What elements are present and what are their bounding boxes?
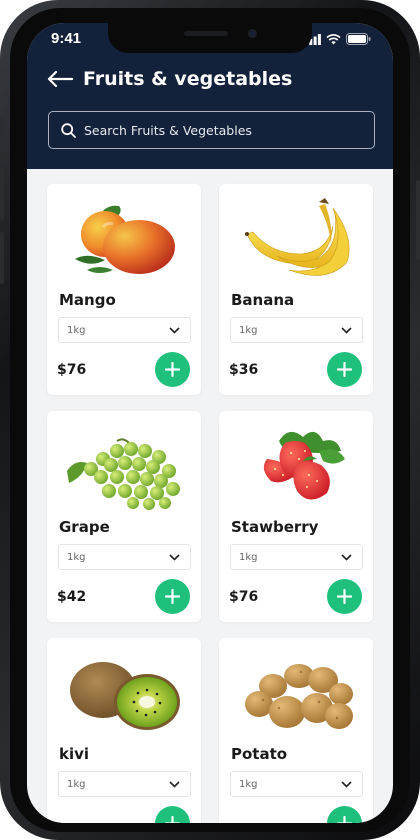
plus-icon [165,362,180,377]
mango-image [75,205,175,274]
quantity-select[interactable]: 1kg [58,771,191,797]
battery-icon [346,33,371,45]
chevron-down-icon [169,326,180,334]
wifi-icon [326,33,341,44]
plus-icon [165,589,180,604]
product-card[interactable]: Potato 1kg [219,638,373,823]
quantity-value: 1kg [239,324,258,336]
product-name: Mango [59,291,116,309]
banana-image [245,198,350,276]
add-to-cart-button[interactable] [155,806,190,823]
product-grid: Mango 1kg $76 Banana 1kg $36 Grape 1kg $… [47,184,377,823]
app-header: 9:41 Fruits & vegetables Search Fruits &… [27,23,393,169]
chevron-down-icon [341,326,352,334]
phone-frame: 9:41 Fruits & vegetables Search Fruits &… [0,0,420,840]
product-name: kivi [59,745,90,763]
chevron-down-icon [341,780,352,788]
product-card[interactable]: Mango 1kg $76 [47,184,201,395]
add-to-cart-button[interactable] [327,352,362,387]
page-title: Fruits & vegetables [83,68,293,90]
volume-up-button [0,168,4,220]
kiwi-image [70,662,180,730]
add-to-cart-button[interactable] [327,806,362,823]
chevron-down-icon [169,553,180,561]
quantity-value: 1kg [67,778,86,790]
strawberry-image [263,431,345,500]
speaker-grille [184,31,228,36]
product-card[interactable]: kivi 1kg [47,638,201,823]
quantity-value: 1kg [239,551,258,563]
quantity-select[interactable]: 1kg [230,771,363,797]
front-camera [248,29,257,38]
add-to-cart-button[interactable] [155,352,190,387]
quantity-select[interactable]: 1kg [230,544,363,570]
product-name: Stawberry [231,518,319,536]
potato-image [245,664,353,729]
search-input[interactable] [84,122,354,138]
arrow-left-icon [47,71,73,87]
quantity-select[interactable]: 1kg [58,317,191,343]
quantity-value: 1kg [239,778,258,790]
mute-switch [0,118,4,146]
product-name: Potato [231,745,288,763]
device-notch [108,23,312,53]
product-name: Grape [59,518,110,536]
product-price: $36 [229,362,259,378]
add-to-cart-button[interactable] [155,579,190,614]
status-time: 9:41 [51,30,82,47]
product-card[interactable]: Banana 1kg $36 [219,184,373,395]
product-card[interactable]: Grape 1kg $42 [47,411,201,622]
plus-icon [337,362,352,377]
app-screen: 9:41 Fruits & vegetables Search Fruits &… [27,23,393,823]
chevron-down-icon [169,780,180,788]
search-icon [61,122,76,138]
product-price: $76 [57,362,87,378]
quantity-select[interactable]: 1kg [58,544,191,570]
plus-icon [337,816,352,823]
product-card[interactable]: Stawberry 1kg $76 [219,411,373,622]
chevron-down-icon [341,553,352,561]
add-to-cart-button[interactable] [327,579,362,614]
status-icons [305,33,371,45]
product-name: Banana [231,291,295,309]
plus-icon [337,589,352,604]
search-bar[interactable] [48,111,375,149]
grape-image [67,438,180,510]
product-price: $42 [57,589,87,605]
plus-icon [165,816,180,823]
back-button[interactable] [47,68,73,90]
quantity-value: 1kg [67,324,86,336]
quantity-select[interactable]: 1kg [230,317,363,343]
quantity-value: 1kg [67,551,86,563]
power-button [416,180,420,260]
title-row: Fruits & vegetables [47,68,292,90]
volume-down-button [0,232,4,284]
product-price: $76 [229,589,259,605]
